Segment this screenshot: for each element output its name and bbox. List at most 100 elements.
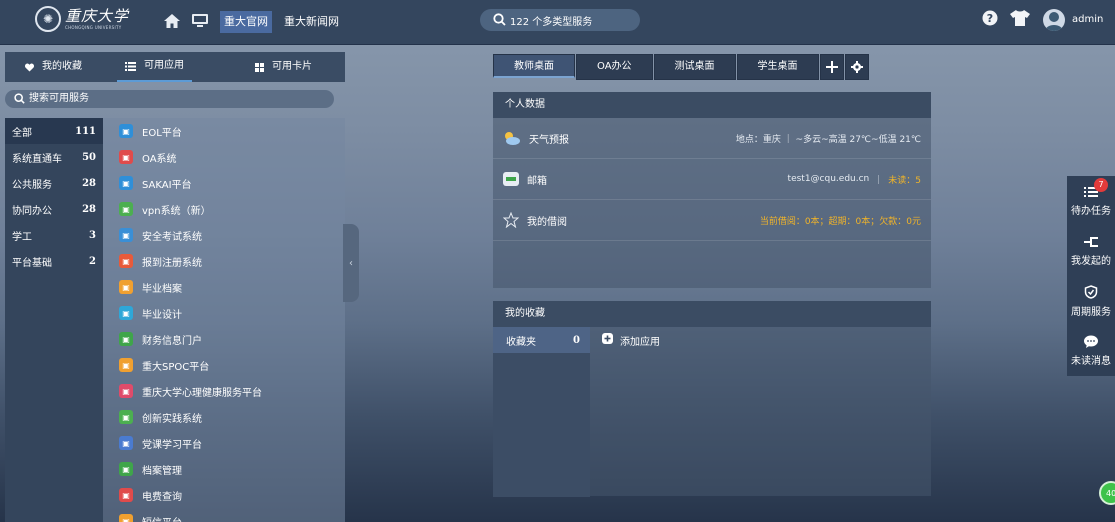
app-list-item[interactable]: ▣ 重大SPOC平台 <box>103 352 345 378</box>
library-row[interactable]: 我的借阅 当前借阅：0本；超期：0本；欠款：0元 <box>493 200 931 241</box>
tab-available-cards[interactable]: 可用卡片 <box>255 52 312 82</box>
logo-text: 重庆大学 <box>65 6 130 25</box>
weather-icon <box>505 132 520 145</box>
app-list-item[interactable]: ▣ 党课学习平台 <box>103 430 345 456</box>
add-desktop-button[interactable] <box>819 54 844 80</box>
desktop-icon[interactable] <box>192 13 208 29</box>
mail-unread[interactable]: 未读：5 <box>888 173 921 186</box>
app-icon: ▣ <box>119 124 133 138</box>
tab-test-desktop[interactable]: 测试桌面 <box>653 54 736 80</box>
app-icon: ▣ <box>119 488 133 502</box>
mail-label: 邮箱 <box>527 175 547 187</box>
app-list-item[interactable]: ▣ 重庆大学心理健康服务平台 <box>103 378 345 404</box>
app-icon: ▣ <box>119 410 133 424</box>
mail-row[interactable]: 邮箱 test1@cqu.edu.cn ｜ 未读：5 <box>493 159 931 200</box>
university-logo[interactable]: ✺ 重庆大学 CHONGQING UNIVERSITY <box>35 6 129 32</box>
app-icon: ▣ <box>119 462 133 476</box>
search-icon <box>14 93 25 111</box>
app-label: 创新实践系统 <box>142 413 202 425</box>
category-item[interactable]: 平台基础 2 <box>5 248 103 274</box>
category-item[interactable]: 系统直通车 50 <box>5 144 103 170</box>
app-list-item[interactable]: ▣ SAKAI平台 <box>103 170 345 196</box>
logo-english: CHONGQING UNIVERSITY <box>65 24 122 30</box>
app-icon: ▣ <box>119 358 133 372</box>
home-icon[interactable] <box>164 13 180 29</box>
desktop-tab-bar: 教师桌面 OA办公 测试桌面 学生桌面 <box>493 54 870 80</box>
nav-link-official-site[interactable]: 重大官网 <box>220 11 272 33</box>
theme-shirt-icon[interactable] <box>1010 10 1030 29</box>
chat-bubble-icon <box>1084 335 1098 348</box>
category-item[interactable]: 协同办公 28 <box>5 196 103 222</box>
left-panel-tabs: 我的收藏 可用应用 可用卡片 <box>5 52 345 82</box>
tab-my-favorites[interactable]: 我的收藏 <box>25 52 82 82</box>
help-icon[interactable]: ? <box>982 10 998 29</box>
desktop-settings-button[interactable] <box>844 54 869 80</box>
user-name[interactable]: admin <box>1072 14 1103 25</box>
global-search[interactable]: 122 个多类型服务 <box>480 9 640 31</box>
add-app-button[interactable]: 添加应用 <box>620 333 660 348</box>
app-label: 安全考试系统 <box>142 231 202 243</box>
nav-link-news-site[interactable]: 重大新闻网 <box>280 11 343 33</box>
app-list-item[interactable]: ▣ 档案管理 <box>103 456 345 482</box>
star-icon <box>503 212 519 228</box>
app-list-item[interactable]: ▣ vpn系统（新） <box>103 196 345 222</box>
category-item[interactable]: 公共服务 28 <box>5 170 103 196</box>
search-icon <box>493 13 506 29</box>
weather-label: 天气预报 <box>529 134 569 146</box>
card-title: 个人数据 <box>493 92 931 118</box>
favorites-card: 我的收藏 收藏夹 0 添加应用 <box>493 301 931 497</box>
search-text: 122 个多类型服务 <box>510 16 593 28</box>
tab-teacher-desktop[interactable]: 教师桌面 <box>493 54 575 78</box>
add-circle-icon <box>602 333 613 344</box>
rail-todo-tasks[interactable]: 7 待办任务 <box>1067 176 1115 226</box>
rail-unread-messages[interactable]: 未读消息 <box>1067 326 1115 376</box>
service-search-input[interactable]: 搜索可用服务 <box>5 90 334 108</box>
app-label: 财务信息门户 <box>142 335 202 347</box>
app-list-item[interactable]: ▣ 电费查询 <box>103 482 345 508</box>
library-label: 我的借阅 <box>527 216 567 228</box>
collapse-panel-button[interactable]: ‹ <box>343 224 359 302</box>
todo-count-badge: 7 <box>1094 178 1108 192</box>
rail-initiated-by-me[interactable]: 我发起的 <box>1067 226 1115 276</box>
favorite-folder-item[interactable]: 收藏夹 0 <box>493 327 590 353</box>
app-icon: ▣ <box>119 306 133 320</box>
app-label: 重大SPOC平台 <box>142 361 210 373</box>
search-placeholder: 搜索可用服务 <box>29 93 89 104</box>
app-label: OA系统 <box>142 153 177 165</box>
plus-icon <box>825 61 838 73</box>
mail-icon <box>503 172 519 186</box>
gear-icon <box>850 61 863 73</box>
floating-counter-badge[interactable]: 40 <box>1099 481 1115 505</box>
mail-address: test1@cqu.edu.cn <box>787 174 870 184</box>
weather-row[interactable]: 天气预报 地点：重庆 ｜ ~多云~高温 27℃~低温 21℃ <box>493 118 931 159</box>
rail-periodic-services[interactable]: 周期服务 <box>1067 276 1115 326</box>
app-list-item[interactable]: ▣ 创新实践系统 <box>103 404 345 430</box>
flow-icon <box>1084 236 1098 247</box>
app-list-item[interactable]: ▣ 短信平台 <box>103 508 345 522</box>
app-list-item[interactable]: ▣ 报到注册系统 <box>103 248 345 274</box>
tab-available-apps[interactable]: 可用应用 <box>117 52 192 82</box>
avatar[interactable] <box>1043 9 1065 31</box>
tab-student-desktop[interactable]: 学生桌面 <box>736 54 819 80</box>
app-icon: ▣ <box>119 384 133 398</box>
app-list-item[interactable]: ▣ OA系统 <box>103 144 345 170</box>
app-list-item[interactable]: ▣ 财务信息门户 <box>103 326 345 352</box>
category-item[interactable]: 全部 111 <box>5 118 103 144</box>
app-list-item[interactable]: ▣ 安全考试系统 <box>103 222 345 248</box>
app-list-item[interactable]: ▣ 毕业设计 <box>103 300 345 326</box>
app-list-item[interactable]: ▣ EOL平台 <box>103 118 345 144</box>
category-item[interactable]: 学工 3 <box>5 222 103 248</box>
weather-value: 地点：重庆 ｜ ~多云~高温 27℃~低温 21℃ <box>735 134 921 145</box>
app-icon: ▣ <box>119 254 133 268</box>
app-label: vpn系统（新） <box>142 205 211 217</box>
grid-icon <box>255 62 264 72</box>
mail-separator: ｜ <box>874 175 884 186</box>
shield-check-icon <box>1084 284 1098 299</box>
app-label: 电费查询 <box>142 491 182 503</box>
app-label: 报到注册系统 <box>142 257 202 269</box>
app-list: ▣ EOL平台 ▣ OA系统 ▣ SAKAI平台 ▣ vpn系统（新） ▣ 安全考试系统 ▣ 报到注册… <box>103 118 345 522</box>
tab-oa-office[interactable]: OA办公 <box>576 54 653 80</box>
app-label: EOL平台 <box>142 127 182 139</box>
top-bar: ✺ 重庆大学 CHONGQING UNIVERSITY 重大官网 重大新闻网 1… <box>0 0 1115 45</box>
app-list-item[interactable]: ▣ 毕业档案 <box>103 274 345 300</box>
